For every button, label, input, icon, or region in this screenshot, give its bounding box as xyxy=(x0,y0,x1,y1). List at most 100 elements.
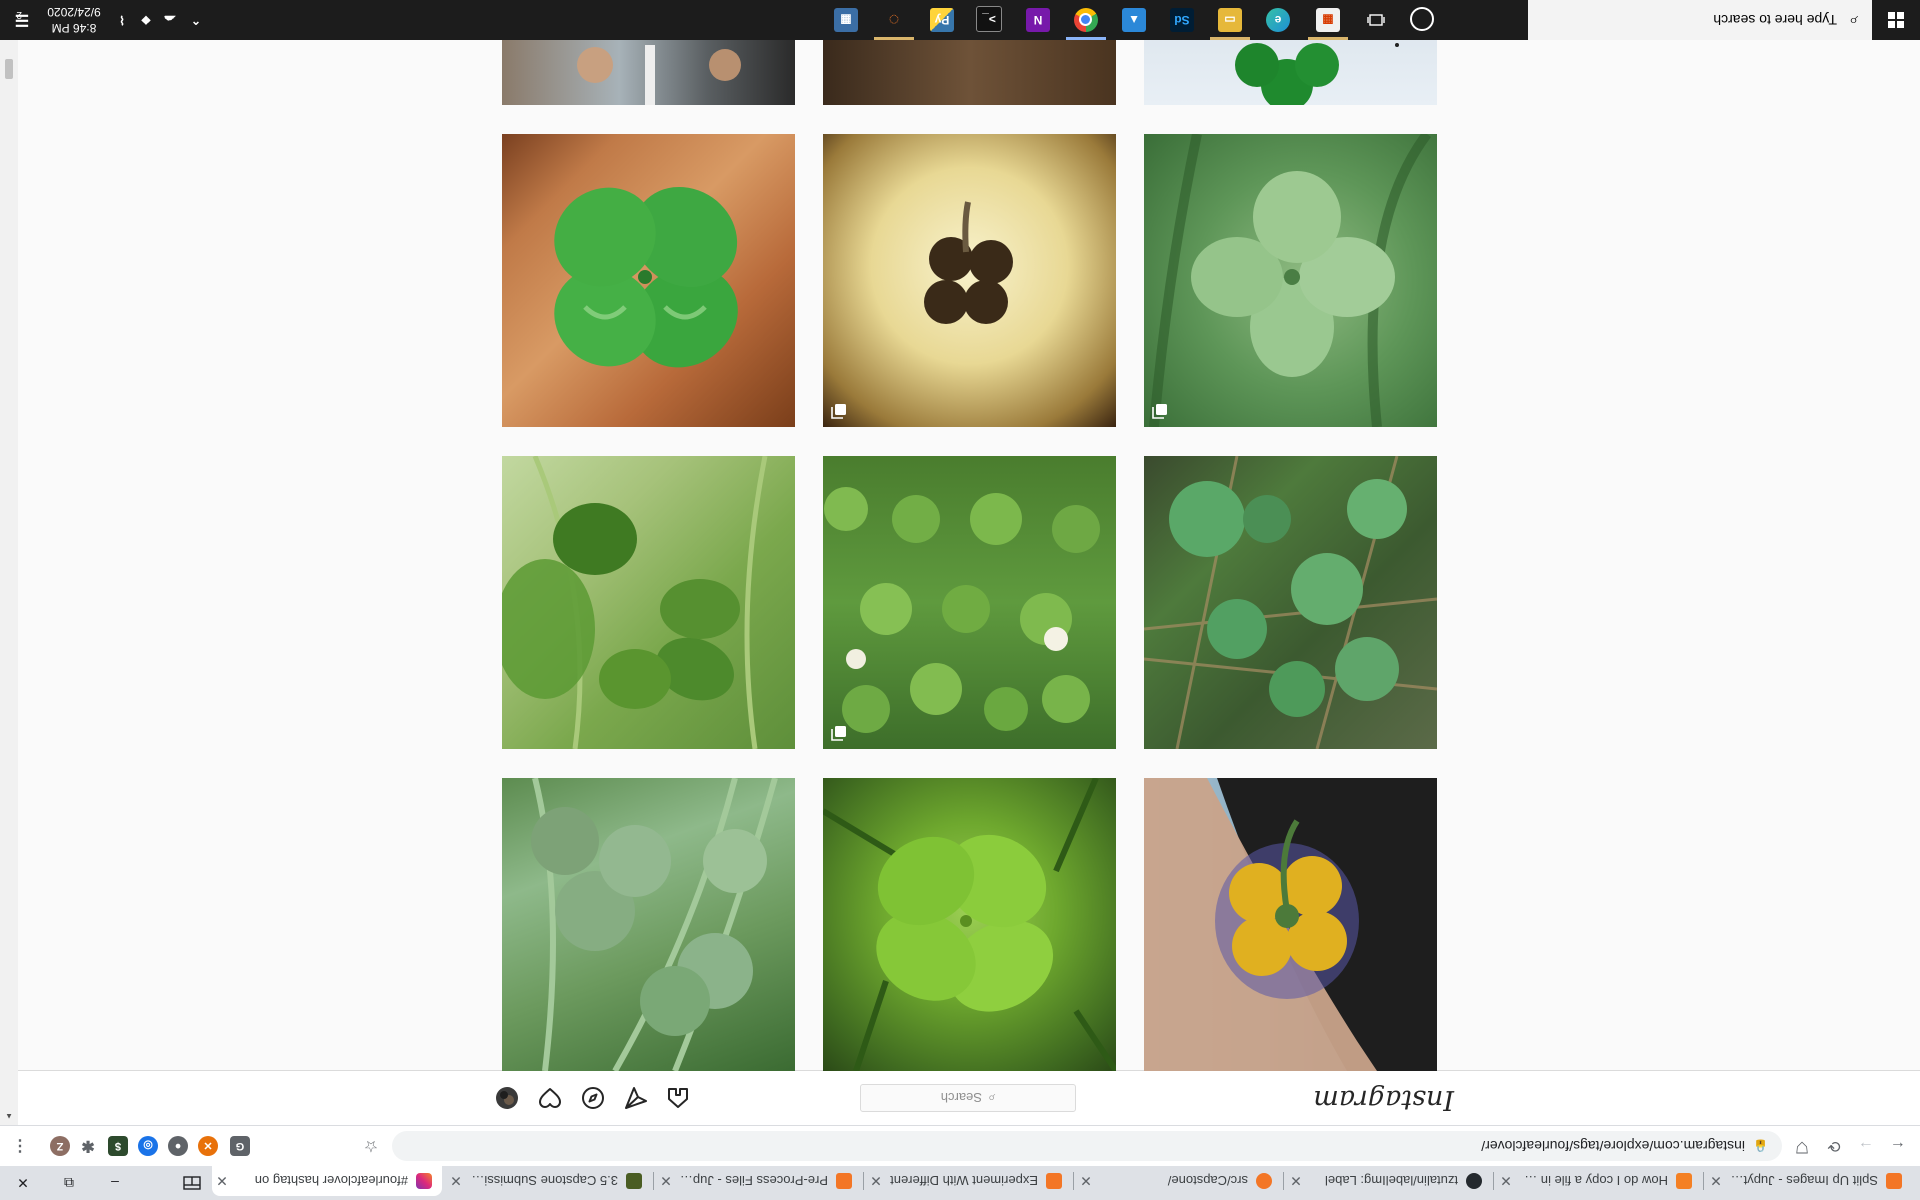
reload-icon[interactable]: ⟳ xyxy=(1820,1132,1848,1160)
search-placeholder: Search xyxy=(940,1090,982,1106)
forward-arrow-icon[interactable]: → xyxy=(1852,1132,1880,1160)
tab-instagram-active[interactable]: #fourleafclover hashtag on ✕ xyxy=(212,1166,442,1196)
post-thumbnail[interactable] xyxy=(1144,778,1437,1071)
close-icon[interactable]: ✕ xyxy=(212,1173,232,1190)
bright-four-leaf-clover-image xyxy=(823,778,1116,1071)
tab-title: Experiment With Different xyxy=(890,1173,1038,1189)
post-thumbnail[interactable] xyxy=(823,134,1116,427)
tab-4[interactable]: src/Capstone/ ✕ xyxy=(1076,1166,1282,1196)
chrome-icon[interactable] xyxy=(1074,8,1098,32)
close-icon[interactable]: ✕ xyxy=(866,1173,886,1190)
tab-2[interactable]: How do I copy a file in Pyth ✕ xyxy=(1496,1166,1702,1196)
close-icon[interactable]: ✕ xyxy=(656,1173,676,1190)
onenote-icon[interactable]: N xyxy=(1026,8,1050,32)
more-menu-icon[interactable]: ⋮ xyxy=(6,1132,34,1160)
extensions-puzzle-icon[interactable]: ✱ xyxy=(78,1136,98,1156)
task-view-icon[interactable] xyxy=(1364,8,1388,32)
post-thumbnail[interactable] xyxy=(823,456,1116,749)
photoshop-icon[interactable]: Sd xyxy=(1170,8,1194,32)
explore-compass-icon[interactable] xyxy=(580,1085,606,1111)
search-icon: ⌕ xyxy=(1849,12,1858,29)
terminal-icon[interactable]: >_ xyxy=(976,6,1002,32)
tab-title: Pre-Process Files - Jupyter xyxy=(676,1173,828,1189)
post-thumbnail[interactable] xyxy=(502,134,795,427)
tab-3[interactable]: tzutalin/labelImg: Label ✕ xyxy=(1286,1166,1492,1196)
search-icon: ⌕ xyxy=(987,1091,996,1106)
tab-6[interactable]: Pre-Process Files - Jupyter ✕ xyxy=(656,1166,862,1196)
profile-avatar[interactable]: Z xyxy=(50,1136,70,1156)
taskbar-search-box[interactable]: ⌕ Type here to search xyxy=(1528,0,1872,40)
onedrive-cloud-icon[interactable]: ☁ xyxy=(158,8,182,32)
close-icon[interactable]: ✕ xyxy=(1706,1173,1726,1190)
four-leaf-clover-on-leaves-image xyxy=(554,186,738,368)
chevron-up-icon[interactable]: ⌃ xyxy=(184,8,208,32)
system-clock[interactable]: 8:46 PM 9/24/2020 xyxy=(36,4,112,36)
direct-send-icon[interactable] xyxy=(623,1085,649,1111)
post-thumbnail[interactable] xyxy=(502,456,795,749)
clover-green-leaves-image xyxy=(1149,134,1431,427)
calculator-icon[interactable]: ▦ xyxy=(834,8,858,32)
wrist-tattoo-image xyxy=(1144,778,1437,1071)
tab-title: tzutalin/labelImg: Label xyxy=(1325,1173,1458,1189)
clover-on-dry-ground-image xyxy=(1144,456,1437,749)
dropbox-icon[interactable]: ❖ xyxy=(134,8,158,32)
photos-icon[interactable]: ▲ xyxy=(1122,8,1146,32)
post-thumbnail[interactable] xyxy=(823,778,1116,1071)
star-bookmark-icon[interactable]: ☆ xyxy=(357,1132,385,1160)
cortana-circle-icon[interactable] xyxy=(1410,7,1434,31)
notifications-icon[interactable]: ☰ xyxy=(10,8,34,32)
tab-5[interactable]: Experiment With Different ✕ xyxy=(866,1166,1072,1196)
start-windows-icon[interactable] xyxy=(1872,0,1920,40)
close-icon[interactable]: ✕ xyxy=(446,1173,466,1190)
profile-avatar[interactable] xyxy=(494,1085,520,1111)
jupyter-icon[interactable]: ◌ xyxy=(882,8,906,32)
instagram-favicon-icon xyxy=(416,1173,432,1189)
address-bar[interactable]: 🔒 instagram.com/explore/tags/fourleafclo… xyxy=(392,1131,1782,1161)
orange-extension-icon[interactable]: ✕ xyxy=(198,1136,218,1156)
close-icon[interactable]: ✕ xyxy=(1496,1173,1516,1190)
minimize-button[interactable]: – xyxy=(92,1166,138,1200)
instagram-logo[interactable]: Instagram xyxy=(1313,1084,1454,1115)
tab-divider xyxy=(653,1172,654,1190)
close-icon[interactable]: ✕ xyxy=(1076,1173,1096,1190)
activity-heart-icon[interactable] xyxy=(537,1085,563,1111)
window-close-button[interactable]: ✕ xyxy=(0,1166,46,1200)
post-thumbnail[interactable] xyxy=(1144,134,1437,427)
url-text: instagram.com/explore/tags/fourleafclove… xyxy=(1481,1138,1746,1154)
home-icon[interactable] xyxy=(665,1085,691,1111)
tab-1[interactable]: Split Up Images - Jupyter N ✕ xyxy=(1706,1166,1912,1196)
network-icon[interactable]: ⌇ xyxy=(110,8,134,32)
edge-icon[interactable]: e xyxy=(1266,8,1290,32)
jupyter-favicon-icon xyxy=(1256,1173,1272,1189)
g-extension-icon[interactable]: G xyxy=(230,1136,250,1156)
tab-divider xyxy=(863,1172,864,1190)
tab-search-icon[interactable] xyxy=(178,1169,206,1197)
blue-extension-icon[interactable]: ◎ xyxy=(138,1136,158,1156)
dark-extension-icon[interactable]: $ xyxy=(108,1136,128,1156)
taskbar-search-placeholder: Type here to search xyxy=(1713,12,1838,28)
carousel-icon xyxy=(831,726,846,741)
carousel-icon xyxy=(1152,404,1167,419)
hashtag-feed xyxy=(18,0,1920,1071)
tab-title: #fourleafclover hashtag on xyxy=(254,1173,408,1189)
tab-7[interactable]: 3.5 Capstone Submission - ✕ xyxy=(446,1166,652,1196)
office-icon[interactable]: ▦ xyxy=(1316,8,1340,32)
scrollbar-thumb[interactable] xyxy=(5,59,13,79)
scroll-up-arrow-icon[interactable]: ▲ xyxy=(5,1112,13,1121)
close-icon[interactable]: ✕ xyxy=(1286,1173,1306,1190)
post-thumbnail[interactable] xyxy=(1144,456,1437,749)
page-scrollbar[interactable]: ▲ ▼ xyxy=(0,0,18,1125)
windows-taskbar: ⌕ Type here to search ▦ e ▭ Sd ▲ N >_ Py… xyxy=(0,0,1920,40)
bookmark-shield-icon[interactable]: ⛉ xyxy=(1788,1132,1816,1160)
file-folder-icon[interactable]: ▭ xyxy=(1218,8,1242,32)
python-icon[interactable]: Py xyxy=(930,8,954,32)
circle-extension-icon[interactable]: ● xyxy=(168,1136,188,1156)
restore-button[interactable]: ⧉ xyxy=(46,1166,92,1200)
clock-time: 8:46 PM xyxy=(51,21,97,35)
back-arrow-icon[interactable]: ← xyxy=(1884,1132,1912,1160)
clover-in-grass-image xyxy=(531,778,778,1071)
running-indicator xyxy=(1066,37,1106,40)
post-thumbnail[interactable] xyxy=(502,778,795,1071)
search-input[interactable]: ⌕ Search xyxy=(860,1084,1076,1112)
clover-among-grass-image xyxy=(502,456,768,749)
